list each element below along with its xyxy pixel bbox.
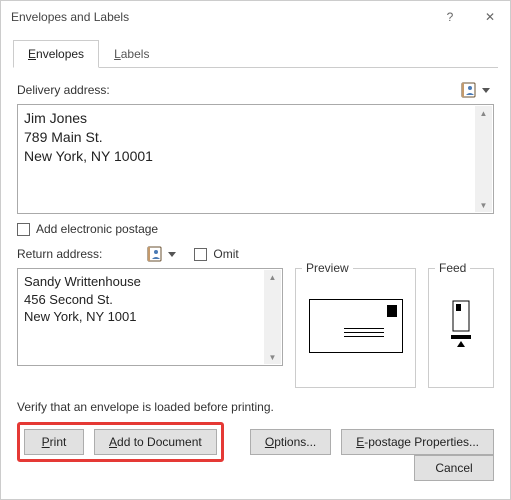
preview-group: Preview	[295, 268, 416, 388]
highlight-annotation: Print Add to Document	[17, 422, 224, 462]
electronic-postage-label: Add electronic postage	[36, 222, 158, 236]
scrollbar[interactable]: ▲ ▼	[264, 270, 281, 364]
address-book-icon	[146, 246, 164, 262]
feed-group: Feed	[428, 268, 494, 388]
window-title: Envelopes and Labels	[11, 10, 430, 24]
scrollbar[interactable]: ▲ ▼	[475, 106, 492, 212]
return-address-value: Sandy Writtenhouse 456 Second St. New Yo…	[18, 269, 282, 365]
lower-section: Sandy Writtenhouse 456 Second St. New Yo…	[17, 268, 494, 388]
electronic-postage-row: Add electronic postage	[17, 222, 494, 236]
stamp-icon	[387, 305, 397, 317]
tab-strip: Envelopes Labels	[13, 39, 498, 68]
delivery-label-row: Delivery address:	[17, 80, 494, 100]
titlebar: Envelopes and Labels ? ✕	[1, 1, 510, 33]
tab-label: nvelopes	[36, 47, 84, 61]
add-to-document-button[interactable]: Add to Document	[94, 429, 217, 455]
omit-checkbox[interactable]	[194, 248, 207, 261]
return-address-book-button[interactable]	[142, 244, 180, 264]
tab-label: abels	[121, 47, 150, 61]
delivery-address-input[interactable]: Jim Jones 789 Main St. New York, NY 1000…	[17, 104, 494, 214]
close-button[interactable]: ✕	[470, 1, 510, 33]
epostage-properties-button[interactable]: E-postage Properties...	[341, 429, 494, 455]
return-address-input[interactable]: Sandy Writtenhouse 456 Second St. New Yo…	[17, 268, 283, 366]
envelope-preview-button[interactable]	[309, 299, 403, 353]
tab-body-envelopes: Delivery address: Jim Jones 789 Main St.…	[13, 68, 498, 466]
delivery-address-book-button[interactable]	[456, 80, 494, 100]
options-button[interactable]: Options...	[250, 429, 331, 455]
feed-title: Feed	[435, 261, 470, 275]
tab-envelopes[interactable]: Envelopes	[13, 40, 99, 68]
preview-title: Preview	[302, 261, 353, 275]
delivery-address-label: Delivery address:	[17, 83, 110, 97]
delivery-address-value: Jim Jones 789 Main St. New York, NY 1000…	[18, 105, 493, 213]
tab-labels[interactable]: Labels	[99, 40, 164, 68]
scroll-down-icon: ▼	[475, 198, 492, 212]
feed-orientation-button[interactable]	[449, 299, 473, 351]
scroll-up-icon: ▲	[264, 270, 281, 284]
verify-text: Verify that an envelope is loaded before…	[17, 400, 494, 414]
preview-feed-column: Preview Feed	[295, 268, 494, 388]
cancel-button[interactable]: Cancel	[414, 455, 494, 481]
address-book-icon	[460, 82, 478, 98]
address-lines-icon	[344, 328, 384, 340]
return-address-label: Return address:	[17, 247, 102, 261]
help-button[interactable]: ?	[430, 1, 470, 33]
omit-label: Omit	[213, 247, 238, 261]
electronic-postage-checkbox[interactable]	[17, 223, 30, 236]
chevron-down-icon	[482, 88, 490, 93]
scroll-down-icon: ▼	[264, 350, 281, 364]
dialog-content: Envelopes Labels Delivery address: Jim J…	[1, 39, 510, 478]
print-button[interactable]: Print	[24, 429, 84, 455]
footer: Cancel	[414, 455, 506, 493]
envelopes-labels-dialog: Envelopes and Labels ? ✕ Envelopes Label…	[0, 0, 511, 500]
scroll-up-icon: ▲	[475, 106, 492, 120]
chevron-down-icon	[168, 252, 176, 257]
return-label-row: Return address: Omit	[17, 244, 494, 264]
return-column: Sandy Writtenhouse 456 Second St. New Yo…	[17, 268, 283, 388]
